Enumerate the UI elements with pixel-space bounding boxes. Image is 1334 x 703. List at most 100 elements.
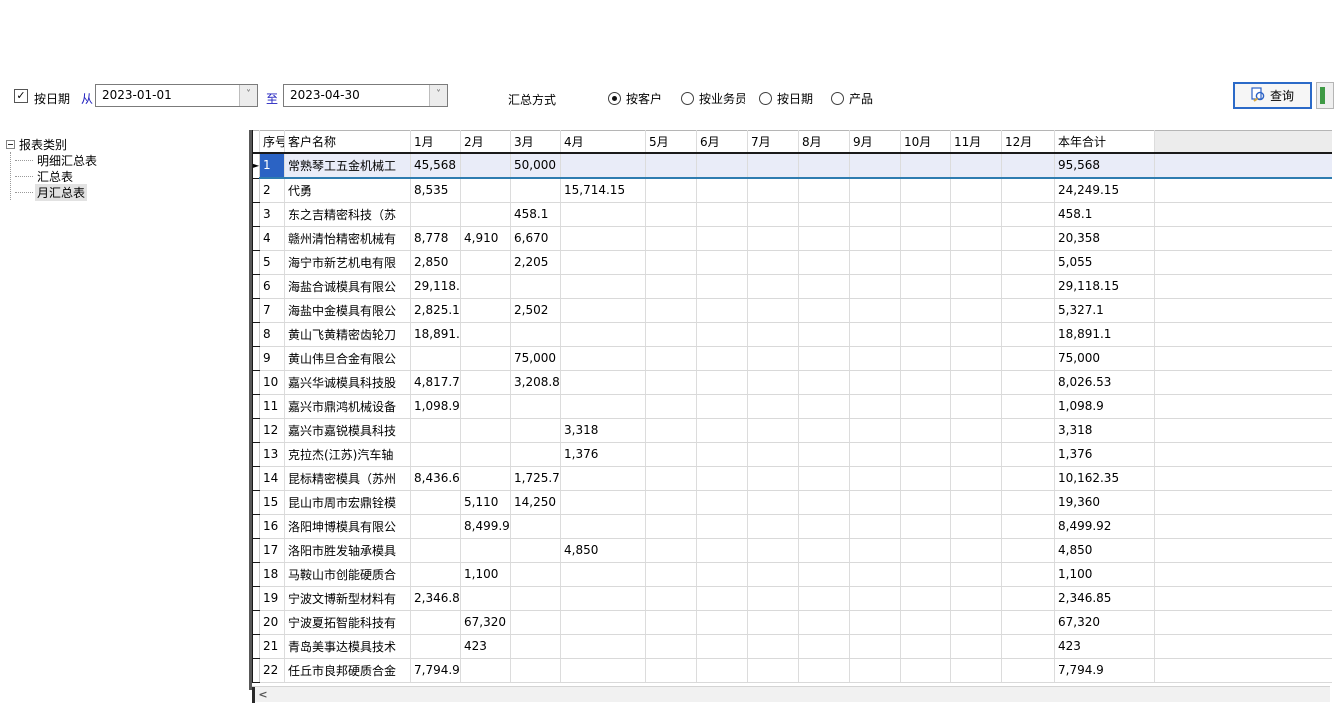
cell-row-number[interactable]: 3: [260, 202, 285, 226]
cell-customer-name[interactable]: 嘉兴市鼎鸿机械设备: [285, 394, 411, 418]
cell-value[interactable]: [461, 178, 511, 202]
cell-value[interactable]: [646, 586, 697, 610]
cell-value[interactable]: [561, 610, 646, 634]
cell-value[interactable]: [411, 418, 461, 442]
table-row[interactable]: 17洛阳市胜发轴承模具4,8504,850: [253, 538, 1332, 562]
cell-customer-name[interactable]: 嘉兴华诚模具科技股: [285, 370, 411, 394]
cell-value[interactable]: [850, 202, 901, 226]
cell-value[interactable]: 67,320: [1055, 610, 1155, 634]
cell-value[interactable]: [901, 346, 951, 370]
cell-value[interactable]: [901, 466, 951, 490]
cell-value[interactable]: [511, 634, 561, 658]
export-button-partial[interactable]: [1316, 82, 1334, 109]
cell-value[interactable]: [951, 394, 1002, 418]
tree-item-monthly-summary[interactable]: 月汇总表: [35, 184, 249, 200]
cell-value[interactable]: [561, 322, 646, 346]
column-header[interactable]: 本年合计: [1055, 131, 1155, 153]
cell-value[interactable]: [561, 562, 646, 586]
cell-value[interactable]: [951, 153, 1002, 179]
cell-value[interactable]: [646, 514, 697, 538]
cell-value[interactable]: [799, 346, 850, 370]
cell-value[interactable]: [799, 490, 850, 514]
cell-value[interactable]: [697, 634, 748, 658]
cell-value[interactable]: [646, 226, 697, 250]
cell-value[interactable]: 29,118.15: [1055, 274, 1155, 298]
cell-value[interactable]: [697, 658, 748, 682]
table-row[interactable]: 12嘉兴市嘉锐模具科技3,3183,318: [253, 418, 1332, 442]
cell-value[interactable]: [901, 658, 951, 682]
cell-value[interactable]: [901, 442, 951, 466]
cell-value[interactable]: [461, 394, 511, 418]
cell-value[interactable]: [850, 442, 901, 466]
cell-value[interactable]: [1002, 298, 1055, 322]
cell-value[interactable]: [461, 274, 511, 298]
cell-value[interactable]: [799, 634, 850, 658]
cell-row-number[interactable]: 6: [260, 274, 285, 298]
cell-value[interactable]: [748, 442, 799, 466]
cell-value[interactable]: [1002, 418, 1055, 442]
table-row[interactable]: 9黄山伟旦合金有限公75,00075,000: [253, 346, 1332, 370]
cell-value[interactable]: [951, 562, 1002, 586]
table-row[interactable]: 11嘉兴市鼎鸿机械设备1,098.91,098.9: [253, 394, 1332, 418]
horizontal-scrollbar[interactable]: <: [252, 686, 1330, 702]
cell-value[interactable]: [799, 562, 850, 586]
cell-value[interactable]: [850, 178, 901, 202]
cell-value[interactable]: [901, 538, 951, 562]
cell-value[interactable]: [646, 442, 697, 466]
cell-value[interactable]: 1,725.75: [511, 466, 561, 490]
cell-value[interactable]: [561, 298, 646, 322]
table-row[interactable]: 18马鞍山市创能硬质合1,1001,100: [253, 562, 1332, 586]
cell-value[interactable]: [748, 178, 799, 202]
column-header[interactable]: 1月: [411, 131, 461, 153]
cell-value[interactable]: [461, 202, 511, 226]
column-header[interactable]: 6月: [697, 131, 748, 153]
cell-value[interactable]: [799, 250, 850, 274]
cell-value[interactable]: [901, 514, 951, 538]
cell-value[interactable]: [748, 466, 799, 490]
cell-customer-name[interactable]: 马鞍山市创能硬质合: [285, 562, 411, 586]
cell-value[interactable]: [646, 346, 697, 370]
cell-value[interactable]: [561, 250, 646, 274]
cell-customer-name[interactable]: 克拉杰(江苏)汽车轴: [285, 442, 411, 466]
cell-value[interactable]: [646, 153, 697, 179]
cell-value[interactable]: [646, 538, 697, 562]
cell-value[interactable]: [646, 178, 697, 202]
cell-value[interactable]: [850, 298, 901, 322]
cell-value[interactable]: [901, 322, 951, 346]
cell-value[interactable]: [748, 346, 799, 370]
cell-value[interactable]: [799, 370, 850, 394]
cell-row-number[interactable]: 8: [260, 322, 285, 346]
cell-value[interactable]: [748, 514, 799, 538]
cell-value[interactable]: [411, 202, 461, 226]
cell-value[interactable]: 2,825.1: [411, 298, 461, 322]
cell-value[interactable]: [799, 226, 850, 250]
cell-value[interactable]: [1002, 490, 1055, 514]
tree-item-summary[interactable]: 汇总表: [35, 168, 249, 184]
table-row[interactable]: 16洛阳坤博模具有限公8,499.928,499.92: [253, 514, 1332, 538]
cell-value[interactable]: [511, 274, 561, 298]
cell-value[interactable]: [901, 153, 951, 179]
cell-value[interactable]: [901, 250, 951, 274]
cell-value[interactable]: [951, 418, 1002, 442]
cell-value[interactable]: [799, 322, 850, 346]
cell-value[interactable]: 2,205: [511, 250, 561, 274]
cell-value[interactable]: [748, 634, 799, 658]
cell-value[interactable]: [951, 634, 1002, 658]
cell-value[interactable]: [951, 586, 1002, 610]
cell-row-number[interactable]: 15: [260, 490, 285, 514]
cell-value[interactable]: [461, 370, 511, 394]
cell-value[interactable]: [697, 418, 748, 442]
cell-value[interactable]: [561, 466, 646, 490]
cell-value[interactable]: [901, 226, 951, 250]
cell-value[interactable]: [511, 442, 561, 466]
cell-value[interactable]: [411, 610, 461, 634]
cell-value[interactable]: 95,568: [1055, 153, 1155, 179]
cell-row-number[interactable]: 20: [260, 610, 285, 634]
cell-row-number[interactable]: 22: [260, 658, 285, 682]
table-row[interactable]: 8黄山飞黄精密齿轮刀18,891.118,891.1: [253, 322, 1332, 346]
cell-value[interactable]: [1002, 514, 1055, 538]
cell-value[interactable]: 15,714.15: [561, 178, 646, 202]
cell-value[interactable]: [901, 370, 951, 394]
cell-value[interactable]: [697, 274, 748, 298]
table-row[interactable]: 7海盐中金模具有限公2,825.12,5025,327.1: [253, 298, 1332, 322]
